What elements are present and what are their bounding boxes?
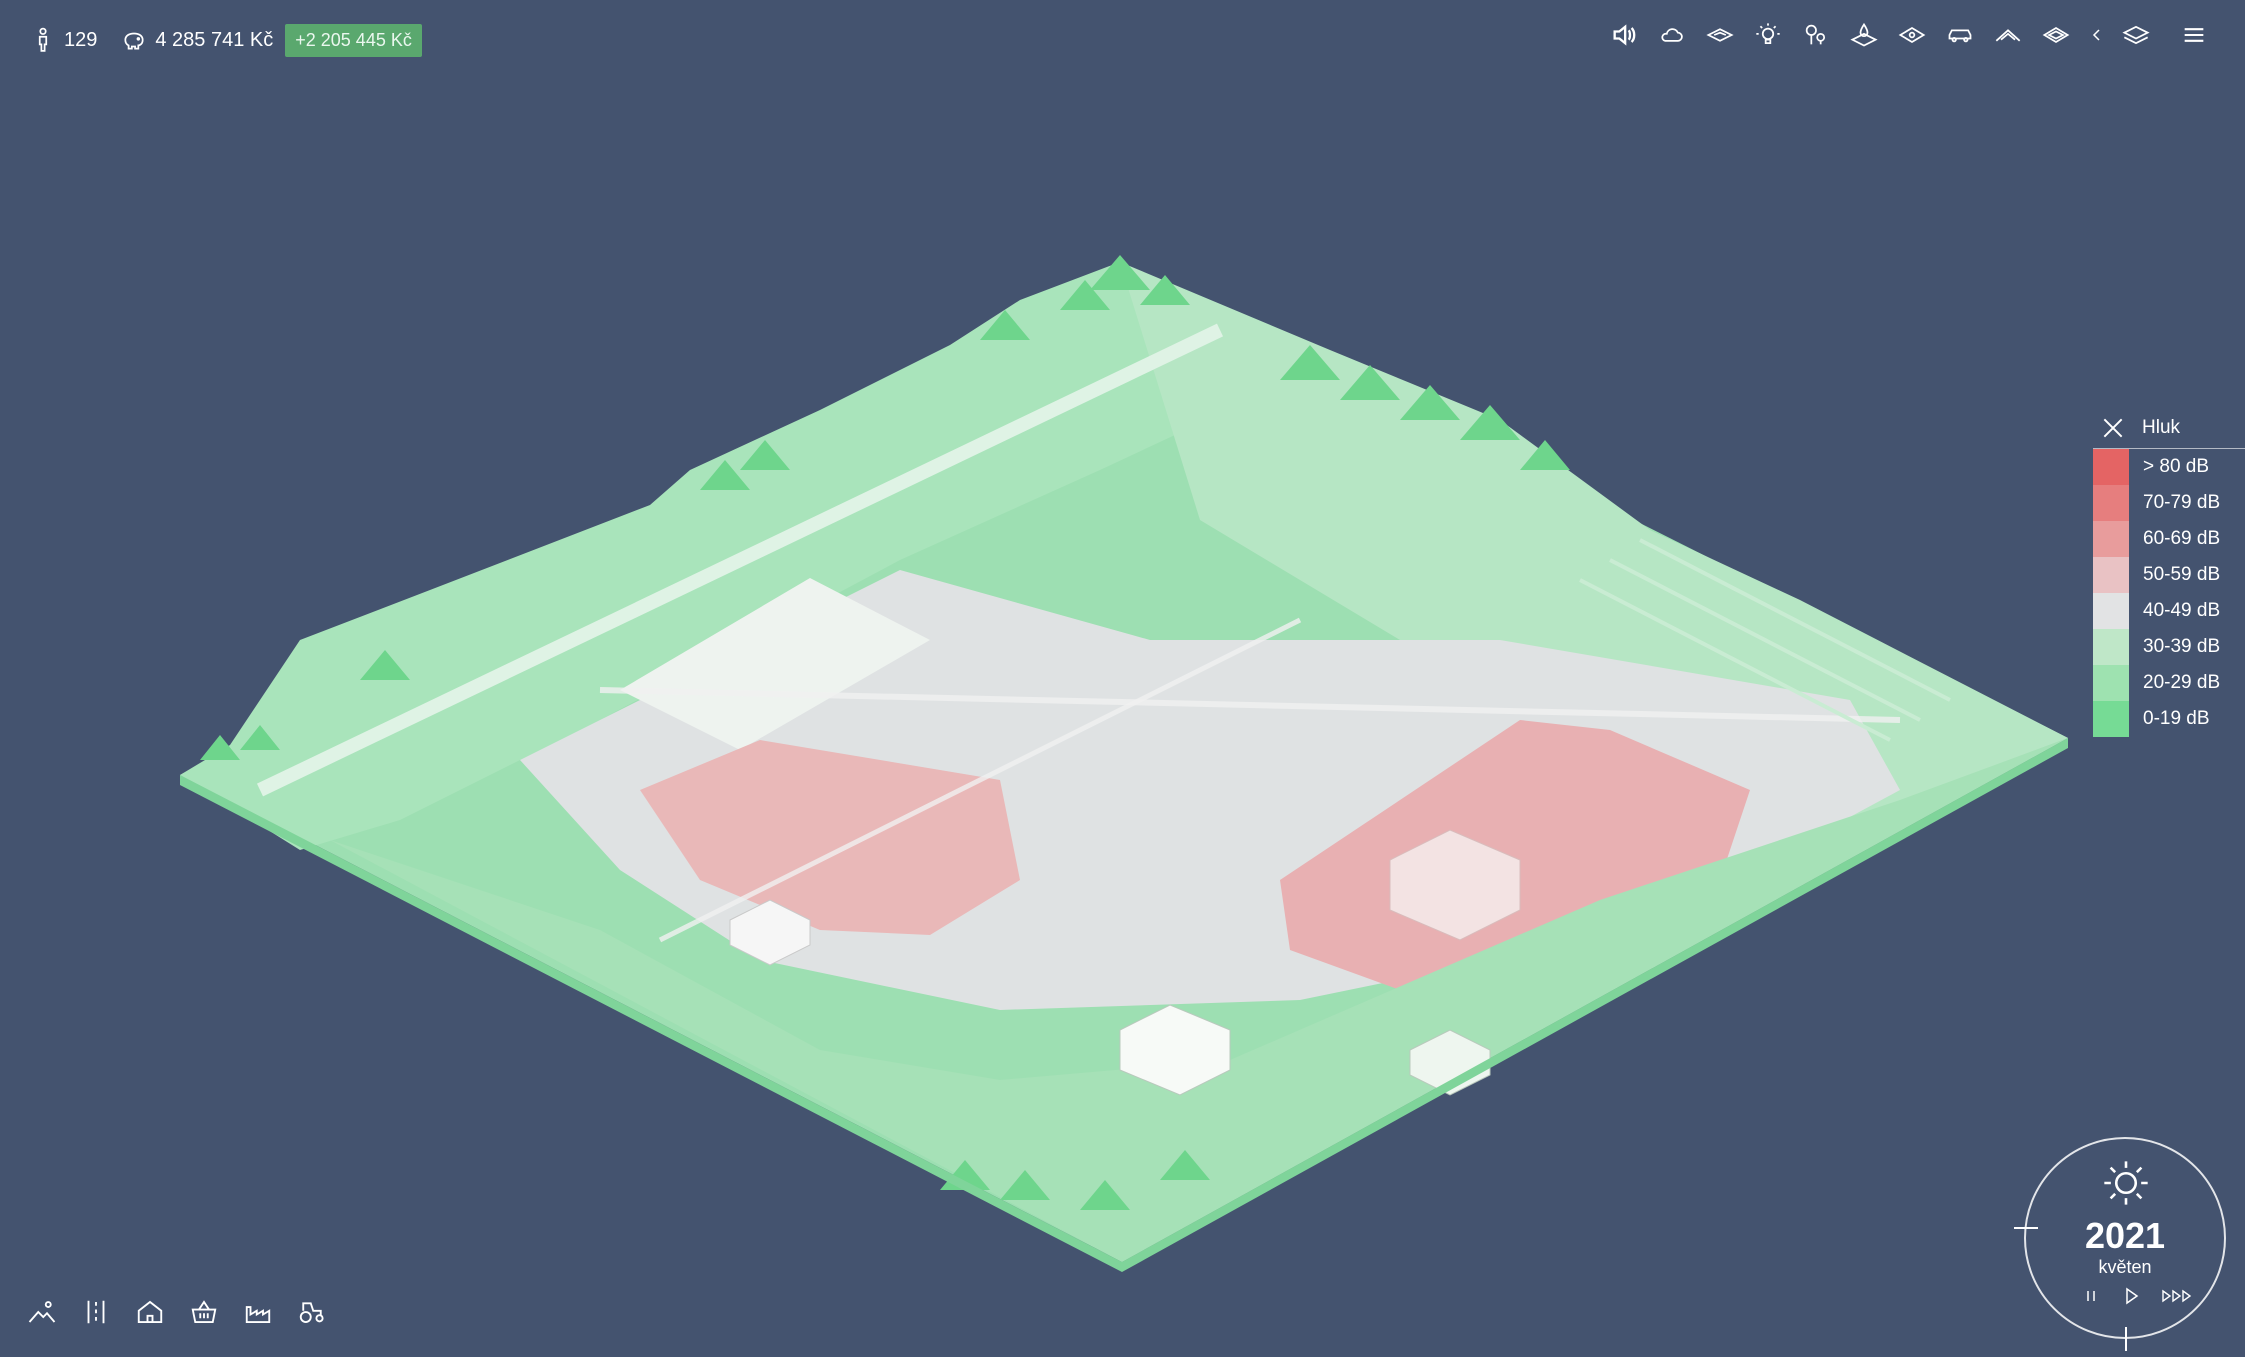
lightbulb-icon	[1756, 23, 1780, 45]
legend-label: 50-59 dB	[2143, 564, 2221, 585]
landscape-tool-button[interactable]	[26, 1296, 58, 1328]
car-icon	[1948, 29, 1972, 43]
legend-label: > 80 dB	[2143, 456, 2210, 477]
legend-label: 60-69 dB	[2143, 528, 2221, 549]
legend-label: 20-29 dB	[2143, 672, 2221, 693]
trees-icon	[1805, 24, 1826, 45]
menu-icon	[2184, 28, 2204, 42]
sun-icon	[2104, 1161, 2148, 1205]
legend-label: 30-39 dB	[2143, 636, 2221, 657]
housing-tool-button[interactable]	[134, 1296, 166, 1328]
current-month: květen	[2098, 1257, 2152, 1277]
status-bar: 129 4 285 741 Kč +2 205 445 Kč	[30, 22, 422, 58]
roads-layer-button[interactable]	[1993, 20, 2023, 50]
population-stat: 129	[30, 27, 97, 53]
current-year: 2021	[2084, 1215, 2166, 1256]
traffic-layer-button[interactable]	[1945, 20, 1975, 50]
clock-tick-bottom	[2125, 1327, 2127, 1351]
fast-forward-icon	[2162, 1289, 2192, 1303]
legend-swatch	[2093, 557, 2129, 593]
legend-swatch	[2093, 665, 2129, 701]
legend-swatch	[2093, 521, 2129, 557]
layer-diamond-icon	[2042, 26, 2070, 44]
legend-item: 50-59 dB	[2093, 557, 2245, 593]
eye-layer-icon	[1898, 26, 1926, 44]
commerce-tool-button[interactable]	[188, 1296, 220, 1328]
person-icon	[38, 27, 48, 52]
legend-item: 0-19 dB	[2093, 701, 2245, 737]
pause-button[interactable]	[2080, 1285, 2102, 1307]
legend-swatch	[2093, 701, 2129, 737]
legend-swatch	[2093, 629, 2129, 665]
legend-list: > 80 dB 70-79 dB 60-69 dB 50-59 dB 40-49…	[2093, 449, 2245, 737]
legend-item: 30-39 dB	[2093, 629, 2245, 665]
industry-tool-button[interactable]	[242, 1296, 274, 1328]
pause-icon	[2087, 1291, 2095, 1301]
close-icon	[2103, 418, 2123, 438]
chevron-left-icon	[2092, 29, 2100, 41]
roads-icon	[87, 1300, 105, 1324]
legend-item: 70-79 dB	[2093, 485, 2245, 521]
budget-stat: 4 285 741 Kč	[121, 27, 273, 53]
layer-toolbar	[1609, 20, 2209, 50]
time-widget: 2021 květen	[2014, 1137, 2226, 1351]
legend-item: > 80 dB	[2093, 449, 2245, 485]
road-icon	[1995, 29, 2021, 42]
budget-value: 4 285 741 Kč	[155, 28, 274, 51]
population-value: 129	[64, 28, 98, 51]
landscape-icon	[28, 1301, 56, 1323]
water-layer-button[interactable]	[1849, 20, 1879, 50]
legend-swatch	[2093, 485, 2129, 521]
visibility-layer-button[interactable]	[1897, 20, 1927, 50]
legend-title: Hluk	[2142, 417, 2181, 438]
greenery-layer-button[interactable]	[1801, 20, 1831, 50]
fast-forward-button[interactable]	[2160, 1285, 2196, 1307]
speaker-icon	[1613, 24, 1636, 46]
zoning-layer-button[interactable]	[2041, 20, 2071, 50]
layers-button[interactable]	[2121, 20, 2151, 50]
light-layer-button[interactable]	[1753, 20, 1783, 50]
tractor-icon	[299, 1302, 324, 1323]
legend-close-button[interactable]	[2098, 413, 2128, 443]
layers-stack-icon	[2122, 25, 2150, 45]
noise-legend: Hluk > 80 dB 70-79 dB 60-69 dB 50-59 dB …	[2093, 408, 2245, 737]
legend-label: 40-49 dB	[2143, 600, 2221, 621]
sound-button[interactable]	[1609, 20, 1639, 50]
time-controls	[2080, 1285, 2196, 1307]
budget-delta-badge: +2 205 445 Kč	[285, 23, 422, 57]
house-icon	[137, 1300, 163, 1323]
legend-item: 40-49 dB	[2093, 593, 2245, 629]
legend-label: 70-79 dB	[2143, 492, 2221, 513]
play-button[interactable]	[2120, 1285, 2142, 1307]
piggy-bank-icon	[124, 32, 144, 50]
weather-layer-button[interactable]	[1657, 20, 1687, 50]
play-icon	[2126, 1287, 2139, 1305]
factory-icon	[245, 1306, 271, 1323]
roads-tool-button[interactable]	[80, 1296, 112, 1328]
legend-header: Hluk	[2093, 408, 2245, 449]
terrain-layer-button[interactable]	[1705, 20, 1735, 50]
cloud-icon	[1661, 28, 1683, 42]
main-menu-button[interactable]	[2179, 20, 2209, 50]
build-toolbar	[26, 1296, 328, 1328]
agriculture-tool-button[interactable]	[296, 1296, 328, 1328]
legend-label: 0-19 dB	[2143, 708, 2210, 729]
layer-terrain-icon	[1706, 28, 1734, 42]
collapse-toolbar-button[interactable]	[2089, 20, 2103, 50]
legend-swatch	[2093, 449, 2129, 485]
legend-item: 60-69 dB	[2093, 521, 2245, 557]
basket-icon	[191, 1300, 217, 1323]
legend-swatch	[2093, 593, 2129, 629]
water-drop-icon	[1850, 22, 1878, 47]
legend-item: 20-29 dB	[2093, 665, 2245, 701]
isometric-noise-map[interactable]	[0, 0, 2245, 1357]
